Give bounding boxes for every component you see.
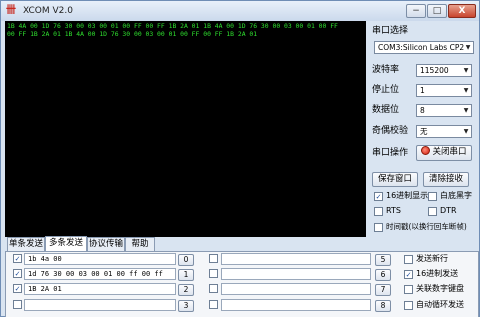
send-input[interactable] — [221, 253, 371, 265]
send-button[interactable]: 8 — [375, 300, 391, 312]
numpad-label: 关联数字键盘 — [416, 284, 464, 293]
white-black-checkbox[interactable] — [428, 192, 437, 201]
row-checkbox[interactable]: ✓ — [13, 269, 22, 278]
send-input[interactable]: 1b 4a 00 — [24, 253, 176, 265]
settings-panel: 串口选择 COM3:Silicon Labs CP2 ▼ 波特率 115200 ▼ … — [368, 21, 479, 237]
chevron-down-icon: ▼ — [463, 87, 469, 94]
row-checkbox[interactable]: ✓ — [13, 284, 22, 293]
receive-console[interactable]: 1B 4A 00 1D 76 30 00 03 00 01 00 FF 00 F… — [5, 21, 366, 237]
send-input[interactable] — [24, 299, 176, 311]
dtr-checkbox[interactable] — [428, 207, 437, 216]
send-input[interactable] — [221, 268, 371, 280]
port-label: 串口选择 — [372, 26, 409, 36]
send-button[interactable]: 7 — [375, 284, 391, 296]
send-button[interactable]: 3 — [178, 300, 194, 312]
xcom-logo-icon: 卌 — [6, 5, 16, 16]
console-line: 1B 4A 00 1D 76 30 00 03 00 01 00 FF 00 F… — [7, 22, 338, 30]
row-checkbox[interactable]: ✓ — [13, 254, 22, 263]
minimize-button[interactable]: − — [406, 4, 426, 18]
data-bits-label: 数据位 — [372, 105, 400, 115]
stop-bits-label: 停止位 — [372, 85, 400, 95]
row-checkbox[interactable] — [209, 254, 218, 263]
row-checkbox[interactable] — [209, 284, 218, 293]
rts-checkbox[interactable] — [374, 207, 383, 216]
clear-receive-button[interactable]: 清除接收 — [423, 172, 469, 187]
parity-select[interactable]: 无 ▼ — [416, 125, 472, 138]
numpad-checkbox[interactable] — [404, 285, 413, 294]
hex-display-checkbox[interactable]: ✓ — [374, 192, 383, 201]
send-button[interactable]: 1 — [178, 269, 194, 281]
send-input[interactable]: 1d 76 30 00 03 00 01 00 ff 00 ff — [24, 268, 176, 280]
save-window-button[interactable]: 保存窗口 — [372, 172, 418, 187]
chevron-down-icon: ▼ — [465, 44, 471, 51]
tab-multi-send[interactable]: 多条发送 — [45, 236, 87, 251]
tab-help[interactable]: 帮助 — [125, 237, 155, 251]
send-button[interactable]: 6 — [375, 269, 391, 281]
title-bar[interactable]: 卌 XCOM V2.0 − □ X — [1, 1, 479, 21]
app-window: 卌 XCOM V2.0 − □ X 1B 4A 00 1D 76 30 00 0… — [0, 0, 480, 317]
baud-select[interactable]: 115200 ▼ — [416, 64, 472, 77]
status-led-icon — [421, 146, 431, 155]
parity-label: 奇偶校验 — [372, 126, 409, 136]
parity-value: 无 — [420, 127, 428, 136]
port-select[interactable]: COM3:Silicon Labs CP2 ▼ — [374, 41, 474, 54]
white-black-label: 白底黑字 — [440, 191, 472, 200]
tab-single-send[interactable]: 单条发送 — [7, 237, 45, 251]
timestamp-label: 时间戳(以换行回车断帧) — [386, 222, 467, 231]
row-checkbox[interactable] — [13, 300, 22, 309]
window-title: XCOM V2.0 — [23, 6, 73, 16]
timestamp-checkbox[interactable] — [374, 223, 383, 232]
row-checkbox[interactable] — [209, 300, 218, 309]
hex-display-label: 16进制显示 — [386, 191, 429, 200]
data-bits-value: 8 — [420, 106, 425, 115]
auto-loop-checkbox[interactable] — [404, 301, 413, 310]
close-port-button[interactable]: 关闭串口 — [416, 145, 472, 161]
new-line-checkbox[interactable] — [404, 255, 413, 264]
chevron-down-icon: ▼ — [463, 128, 469, 135]
hex-send-checkbox[interactable]: ✓ — [404, 270, 413, 279]
chevron-down-icon: ▼ — [463, 67, 469, 74]
rts-label: RTS — [386, 206, 401, 215]
baud-value: 115200 — [420, 66, 449, 75]
auto-loop-label: 自动循环发送 — [416, 300, 464, 309]
dtr-label: DTR — [440, 206, 457, 215]
hex-send-label: 16进制发送 — [416, 269, 459, 278]
new-line-label: 发送新行 — [416, 254, 448, 263]
stop-bits-select[interactable]: 1 ▼ — [416, 84, 472, 97]
maximize-button[interactable]: □ — [427, 4, 447, 18]
send-input[interactable]: 1B 2A 01 — [24, 283, 176, 295]
console-line: 00 FF 1B 2A 01 1B 4A 00 1D 76 30 00 03 0… — [7, 30, 258, 38]
send-button[interactable]: 5 — [375, 254, 391, 266]
row-checkbox[interactable] — [209, 269, 218, 278]
chevron-down-icon: ▼ — [463, 107, 469, 114]
send-button[interactable]: 0 — [178, 254, 194, 266]
send-input[interactable] — [221, 283, 371, 295]
multi-send-panel: ✓ 1b 4a 00 0 ✓ 1d 76 30 00 03 00 01 00 f… — [5, 251, 479, 317]
close-port-label: 关闭串口 — [432, 147, 467, 157]
close-button[interactable]: X — [448, 4, 476, 18]
port-value: COM3:Silicon Labs CP2 — [378, 43, 465, 52]
port-op-label: 串口操作 — [372, 148, 409, 158]
send-button[interactable]: 2 — [178, 284, 194, 296]
baud-label: 波特率 — [372, 65, 400, 75]
send-input[interactable] — [221, 299, 371, 311]
stop-bits-value: 1 — [420, 86, 425, 95]
data-bits-select[interactable]: 8 ▼ — [416, 104, 472, 117]
tab-protocol[interactable]: 协议传输 — [87, 237, 125, 251]
